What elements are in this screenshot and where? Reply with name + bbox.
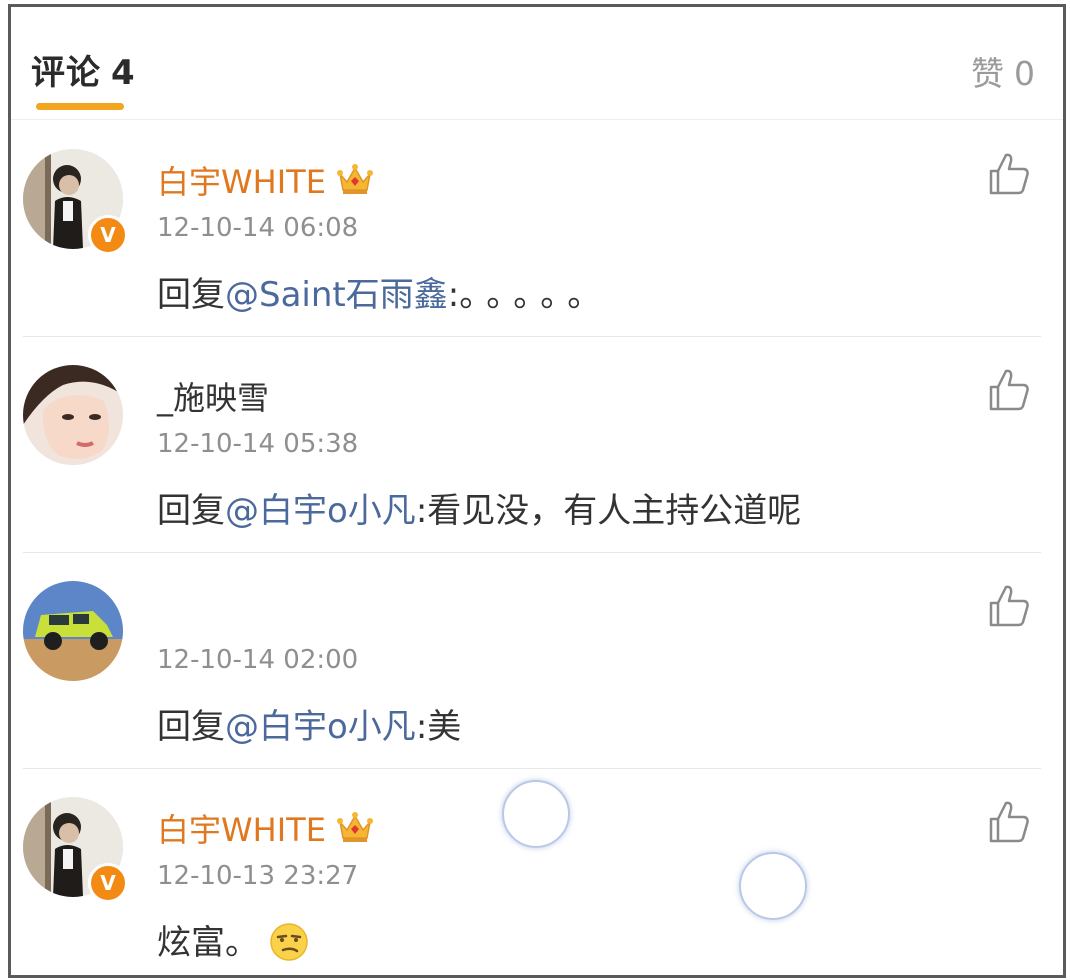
tab-likes[interactable]: 赞0 (971, 47, 1035, 95)
comment-timestamp: 12-10-13 23:27 (157, 861, 359, 891)
crown-icon (336, 812, 373, 842)
thumbs-up-icon[interactable] (986, 583, 1032, 629)
mention-link[interactable]: @Saint石雨鑫 (225, 275, 448, 315)
avatar[interactable] (23, 365, 123, 465)
comment-item: _施映雪 12-10-14 05:38 回复@白宇o小凡:看见没，有人主持公道呢 (11, 337, 1063, 553)
reply-prefix: 回复 (157, 491, 225, 531)
comment-timestamp: 12-10-14 02:00 (157, 645, 359, 675)
verified-badge-icon: V (88, 215, 128, 255)
active-tab-indicator (36, 103, 124, 110)
mention-link[interactable]: @白宇o小凡 (225, 491, 416, 531)
comment-timestamp: 12-10-14 05:38 (157, 429, 359, 459)
avatar[interactable] (23, 581, 123, 681)
tab-comments-count: 4 (111, 53, 136, 93)
crown-icon (336, 164, 373, 194)
thumbs-up-icon[interactable] (986, 799, 1032, 845)
tab-likes-label: 赞 (971, 54, 1004, 93)
thumbs-up-icon[interactable] (986, 367, 1032, 413)
smirk-emoji-icon (270, 923, 308, 961)
comments-panel: 评论 4 赞0 V 白宇WHITE 12-10-14 06:08 回复@Sain… (8, 4, 1066, 978)
tab-comments[interactable]: 评论 4 (31, 45, 136, 94)
comment-item: V 白宇WHITE 12-10-14 06:08 回复@Saint石雨鑫:。。。… (11, 121, 1063, 337)
comment-text: 回复@Saint石雨鑫:。。。。。 (157, 267, 611, 316)
thumbs-up-icon[interactable] (986, 151, 1032, 197)
username-text: 白宇WHITE (157, 811, 326, 849)
comment-text: 回复@白宇o小凡:看见没，有人主持公道呢 (157, 483, 801, 532)
tab-likes-count: 0 (1014, 54, 1035, 93)
reply-prefix: 回复 (157, 707, 225, 747)
mention-colon: : (415, 707, 428, 747)
tab-comments-label: 评论 (31, 53, 101, 93)
comment-username[interactable]: _施映雪 (157, 373, 269, 419)
mention-colon: : (447, 275, 460, 315)
comment-body: 美 (427, 707, 462, 747)
username-text: _施映雪 (157, 379, 270, 417)
comment-username[interactable]: 白宇WHITE (157, 805, 374, 851)
comment-username[interactable]: 白宇WHITE (157, 157, 374, 203)
avatar-image (23, 581, 123, 681)
comment-text: 炫富。 (157, 915, 309, 964)
mention-colon: : (415, 491, 428, 531)
comment-body: 看见没，有人主持公道呢 (427, 491, 802, 531)
comment-item: 12-10-14 02:00 回复@白宇o小凡:美 (11, 553, 1063, 769)
avatar-image (23, 365, 123, 465)
tab-bar: 评论 4 赞0 (11, 7, 1063, 120)
comment-body: 炫富。 (157, 923, 259, 963)
verified-badge-icon: V (88, 863, 128, 903)
username-text: 白宇WHITE (157, 163, 326, 201)
comment-timestamp: 12-10-14 06:08 (157, 213, 359, 243)
touch-indicator-icon (502, 780, 570, 848)
comment-body: 。。。。。 (459, 275, 612, 315)
mention-link[interactable]: @白宇o小凡 (225, 707, 416, 747)
reply-prefix: 回复 (157, 275, 225, 315)
touch-indicator-icon (739, 852, 807, 920)
comment-text: 回复@白宇o小凡:美 (157, 699, 461, 748)
